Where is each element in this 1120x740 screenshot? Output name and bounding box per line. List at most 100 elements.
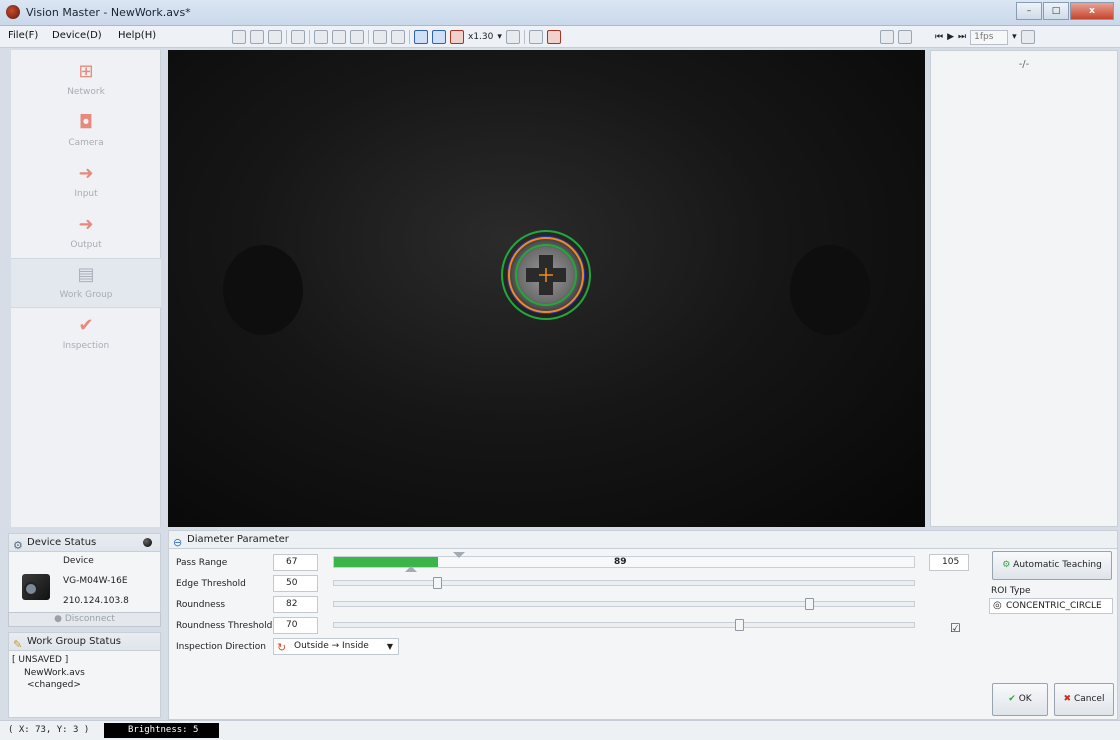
- nav-label: Network: [67, 87, 105, 97]
- cursor-coordinates: ( X: 73, Y: 3 ): [8, 725, 90, 735]
- trigger-all-icon[interactable]: [391, 30, 405, 44]
- cancel-button[interactable]: ✖ Cancel: [1054, 683, 1114, 716]
- roi-type-field[interactable]: ◎ CONCENTRIC_CIRCLE: [989, 598, 1113, 614]
- edge-threshold-slider[interactable]: [333, 577, 915, 589]
- disconnect-button[interactable]: ● Disconnect: [8, 612, 161, 627]
- cross-icon: ✖: [1063, 694, 1072, 704]
- image-viewer[interactable]: [168, 50, 925, 527]
- pass-range-min-input[interactable]: 67: [273, 554, 318, 571]
- pass-range-bar[interactable]: 89: [333, 556, 915, 568]
- maximize-button[interactable]: □: [1043, 2, 1069, 20]
- ok-button[interactable]: ✔ OK: [992, 683, 1048, 716]
- first-frame-icon[interactable]: ⏮: [935, 32, 943, 42]
- roundness-threshold-thumb[interactable]: [735, 619, 744, 631]
- toolbar-separator: [368, 30, 369, 44]
- menu-device[interactable]: Device(D): [52, 30, 102, 41]
- toolbar-separator: [286, 30, 287, 44]
- workgroup-file: NewWork.avs: [24, 668, 85, 678]
- layout-single-icon[interactable]: [528, 30, 543, 44]
- fps-select[interactable]: 1fps: [970, 29, 1009, 45]
- window-controls: – □ x: [1016, 2, 1114, 20]
- nav-network[interactable]: ⊞ Network: [11, 56, 161, 106]
- camera-device-icon: [22, 574, 50, 600]
- menu-bar: File(F) Device(D) Help(H) x1.30 ▾ ⏮ ▶ ⏭ …: [0, 26, 1120, 48]
- roundness-label: Roundness: [176, 600, 226, 610]
- fit-window-icon[interactable]: [450, 30, 464, 44]
- workgroup-status-title: Work Group Status: [27, 636, 121, 647]
- image-export-icon[interactable]: [350, 30, 364, 44]
- snapshot-icon[interactable]: [880, 30, 894, 44]
- nav-camera[interactable]: ◘ Camera: [11, 107, 161, 157]
- direction-refresh-icon: ↻: [277, 641, 287, 654]
- inspection-direction-select[interactable]: ↻ Outside → Inside ▼: [273, 638, 399, 655]
- disconnect-icon: ●: [54, 614, 62, 624]
- nav-label: Work Group: [59, 290, 113, 300]
- roundness-input[interactable]: 82: [273, 596, 318, 613]
- open-icon[interactable]: [232, 30, 246, 44]
- copy-icon[interactable]: [291, 30, 305, 44]
- toolbar-separator: [523, 30, 525, 44]
- gear-icon: ⚙: [13, 539, 23, 552]
- zoom-in-icon[interactable]: [414, 30, 428, 44]
- automatic-teaching-label: Automatic Teaching: [1013, 560, 1102, 570]
- nav-input[interactable]: ➜ Input: [11, 158, 161, 208]
- settings-icon[interactable]: [1020, 30, 1035, 44]
- toolbar: x1.30 ▾: [232, 29, 561, 45]
- camera-image: [223, 230, 870, 335]
- range-upper-marker-icon[interactable]: [453, 552, 465, 558]
- play-icon[interactable]: ▶: [947, 32, 954, 42]
- record-icon[interactable]: [898, 30, 912, 44]
- layout-grid-icon[interactable]: [546, 30, 561, 44]
- edge-threshold-thumb[interactable]: [433, 577, 442, 589]
- nav-label: Camera: [68, 138, 104, 148]
- diameter-parameter-panel: ⊖ Diameter Parameter Pass Range 67 89 10…: [168, 530, 1118, 720]
- roundness-threshold-label: Roundness Threshold: [176, 621, 273, 631]
- roundness-threshold-slider[interactable]: [333, 619, 915, 631]
- view-toolbar: [880, 29, 912, 45]
- image-save-icon[interactable]: [332, 30, 346, 44]
- roundness-thumb[interactable]: [805, 598, 814, 610]
- nav-output[interactable]: ➜ Output: [11, 209, 161, 259]
- pass-range-fill: [334, 557, 438, 567]
- fps-dropdown-icon[interactable]: ▾: [1012, 32, 1017, 42]
- menu-help[interactable]: Help(H): [118, 30, 156, 41]
- pass-range-max-input[interactable]: 105: [929, 554, 969, 571]
- inspection-icon: ✔: [78, 315, 94, 336]
- roundness-threshold-input[interactable]: 70: [273, 617, 318, 634]
- automatic-teaching-button[interactable]: ⚙ Automatic Teaching: [992, 551, 1112, 580]
- menu-file[interactable]: File(F): [8, 30, 38, 41]
- disconnect-label: Disconnect: [64, 614, 115, 624]
- mounting-hole-right: [790, 245, 870, 335]
- save-icon[interactable]: [250, 30, 264, 44]
- cancel-label: Cancel: [1073, 694, 1105, 704]
- workgroup-state: [ UNSAVED ]: [12, 655, 69, 665]
- nav-workgroup[interactable]: ▤ Work Group: [11, 258, 161, 308]
- mounting-hole-left: [223, 245, 303, 335]
- toolbar-separator: [309, 30, 310, 44]
- roundness-threshold-checkbox[interactable]: ☑: [950, 621, 961, 635]
- image-load-icon[interactable]: [314, 30, 328, 44]
- trigger-icon[interactable]: [373, 30, 387, 44]
- chevron-down-icon: ▼: [386, 642, 393, 651]
- range-lower-marker-icon[interactable]: [405, 566, 417, 572]
- save-as-icon[interactable]: [268, 30, 282, 44]
- roi-type-label: ROI Type: [991, 586, 1031, 596]
- input-icon: ➜: [78, 163, 94, 184]
- minimize-button[interactable]: –: [1016, 2, 1042, 20]
- workgroup-icon: ▤: [77, 264, 95, 285]
- result-header: -/-: [1018, 59, 1030, 70]
- edge-threshold-input[interactable]: 50: [273, 575, 318, 592]
- zoom-dropdown-icon[interactable]: ▾: [497, 32, 502, 42]
- network-icon: ⊞: [78, 61, 94, 82]
- zoom-out-icon[interactable]: [432, 30, 446, 44]
- workgroup-status-panel: ✎ Work Group Status [ UNSAVED ] NewWork.…: [8, 632, 161, 718]
- pass-range-current: 89: [614, 557, 627, 567]
- close-button[interactable]: x: [1070, 2, 1114, 20]
- full-view-icon[interactable]: [505, 30, 520, 44]
- nav-inspection[interactable]: ✔ Inspection: [11, 310, 161, 360]
- concentric-circle-icon: ◎: [993, 600, 1002, 611]
- nav-label: Input: [74, 189, 98, 199]
- roundness-slider[interactable]: [333, 598, 915, 610]
- last-frame-icon[interactable]: ⏭: [958, 32, 966, 42]
- zoom-level[interactable]: x1.30: [468, 32, 493, 42]
